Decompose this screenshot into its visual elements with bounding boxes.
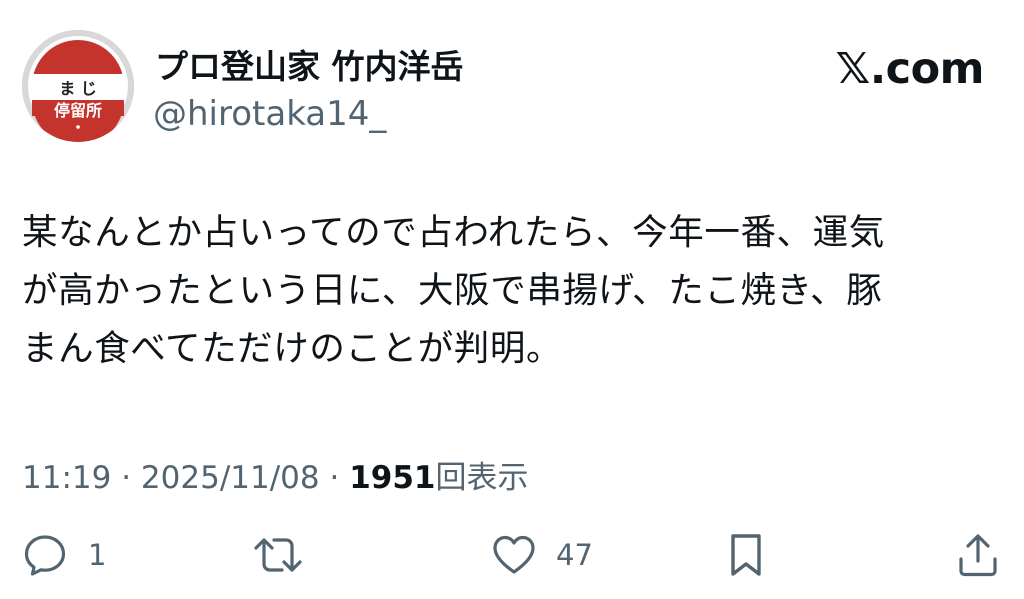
tweet-header: ま じ 停留所 プロ登山家 竹内洋岳 @hirotaka14_ 𝕏.com (0, 0, 1024, 150)
tweet-text-line: 某なんとか占いってので占われたら、今年一番、運気 (22, 212, 885, 253)
x-com-brand: 𝕏.com (835, 44, 985, 94)
retweet-icon (252, 532, 304, 578)
views-count: 1951 (349, 460, 436, 496)
tweet-text-line: まん食べてただけのことが判明。 (22, 328, 563, 369)
heart-icon (490, 532, 538, 578)
like-button[interactable]: 47 (490, 525, 593, 585)
reply-icon (22, 532, 68, 578)
share-button[interactable] (956, 525, 1000, 585)
tweet-text: 某なんとか占いってので占われたら、今年一番、運気 が高かったという日に、大阪で串… (22, 204, 1002, 378)
meta-separator: · (329, 460, 340, 496)
bus-stop-sign-icon: ま じ 停留所 (22, 30, 134, 142)
avatar-text-bottom: 停留所 (54, 101, 102, 120)
tweet-text-line: が高かったという日に、大阪で串揚げ、たこ焼き、豚 (22, 270, 883, 311)
user-handle[interactable]: @hirotaka14_ (153, 94, 386, 134)
display-name[interactable]: プロ登山家 竹内洋岳 (155, 40, 464, 88)
bookmark-button[interactable] (726, 525, 766, 585)
tweet-meta: 11:19 · 2025/11/08 · 1951回表示 (22, 452, 528, 497)
retweet-button[interactable] (252, 525, 324, 585)
meta-separator: · (121, 460, 132, 496)
share-icon (956, 531, 1000, 579)
reply-count: 1 (88, 538, 107, 572)
tweet-date[interactable]: 2025/11/08 (141, 460, 320, 496)
avatar[interactable]: ま じ 停留所 (22, 30, 134, 142)
action-bar: 1 47 (0, 525, 1024, 585)
like-count: 47 (556, 538, 593, 572)
reply-button[interactable]: 1 (22, 525, 106, 585)
avatar-text-top: ま じ (59, 79, 97, 98)
tweet-time[interactable]: 11:19 (22, 460, 111, 496)
views-label: 回表示 (435, 460, 529, 496)
bookmark-icon (726, 531, 766, 579)
